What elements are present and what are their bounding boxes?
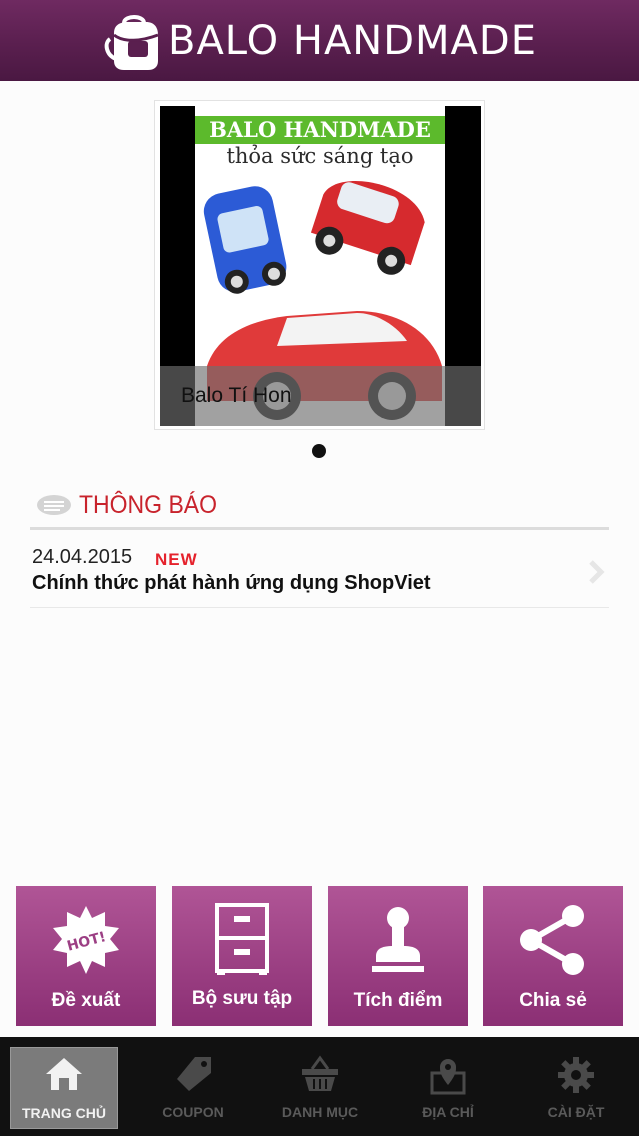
tile-label: Bộ sưu tập	[191, 988, 293, 1009]
home-icon	[46, 1058, 82, 1090]
chevron-right-icon	[589, 560, 605, 584]
tab-label: ĐỊA CHỈ	[422, 1104, 474, 1120]
tab-label: TRANG CHỦ	[22, 1105, 106, 1121]
notice-header: THÔNG BÁO	[30, 488, 609, 530]
app-title: BALO HANDMADE	[168, 17, 537, 64]
product-slider[interactable]: BALO HANDMADE thỏa sức sáng tạo Balo Tí …	[154, 100, 485, 430]
notice-text: Chính thức phát hành ứng dụng ShopViet	[32, 572, 431, 594]
tile-tich-diem[interactable]: Tích điểm	[328, 886, 468, 1026]
tab-danh-muc[interactable]: DANH MỤC	[266, 1047, 374, 1129]
hot-badge-icon: HOT!	[53, 906, 119, 974]
pager-dot-active[interactable]	[312, 444, 326, 458]
basket-icon	[302, 1055, 338, 1091]
notice-heading: THÔNG BÁO	[79, 491, 218, 519]
tab-dia-chi[interactable]: ĐỊA CHỈ	[394, 1047, 502, 1129]
tab-coupon[interactable]: COUPON	[140, 1047, 246, 1129]
tile-chia-se[interactable]: Chia sẻ	[483, 886, 623, 1026]
tag-icon	[177, 1057, 211, 1091]
tile-label: Tích điểm	[353, 990, 443, 1011]
notice-date: 24.04.2015	[32, 546, 133, 568]
cabinet-icon	[215, 903, 269, 975]
brand: BALO HANDMADE	[102, 9, 537, 73]
speech-bubble-icon	[37, 495, 71, 515]
tab-label: COUPON	[162, 1104, 224, 1120]
tab-label: CÀI ĐẶT	[547, 1104, 605, 1120]
tile-bo-suu-tap[interactable]: Bộ sưu tập	[172, 886, 312, 1026]
tab-label: DANH MỤC	[281, 1104, 359, 1120]
tab-cai-dat[interactable]: CÀI ĐẶT	[522, 1047, 630, 1129]
backpack-logo-icon	[104, 14, 159, 70]
notice-list-item[interactable]: 24.04.2015 NEW Chính thức phát hành ứng …	[30, 540, 609, 608]
tile-label: Đề xuất	[51, 990, 121, 1011]
stamp-icon	[372, 907, 424, 972]
tile-label: Chia sẻ	[519, 990, 587, 1011]
slide-caption: Balo Tí Hon	[160, 366, 481, 426]
new-badge: NEW	[155, 550, 198, 569]
bottom-tab-bar: TRANG CHỦ COUPON DANH MỤC ĐỊA CHỈ CÀI ĐẶ…	[0, 1037, 639, 1136]
app-header: BALO HANDMADE	[0, 0, 639, 81]
tab-trang-chu[interactable]: TRANG CHỦ	[10, 1047, 118, 1129]
tile-de-xuat[interactable]: HOT! Đề xuất	[16, 886, 156, 1026]
share-icon	[520, 905, 584, 975]
slide-image[interactable]: BALO HANDMADE thỏa sức sáng tạo Balo Tí …	[160, 106, 481, 426]
gear-icon	[558, 1057, 594, 1093]
map-pin-icon	[430, 1059, 466, 1095]
